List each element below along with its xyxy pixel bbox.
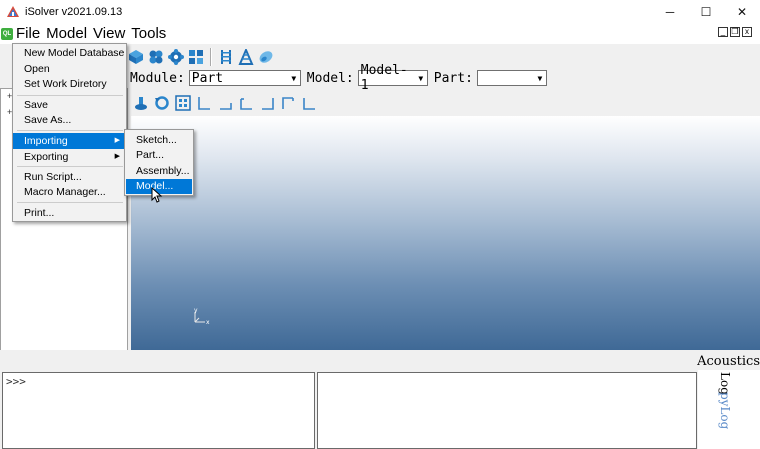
main-toolbar (128, 46, 274, 68)
chevron-down-icon: ▼ (537, 73, 543, 83)
importing-submenu: Sketch... Part... Assembly... Model... (124, 129, 194, 196)
window-controls: ─ ☐ ✕ (652, 0, 760, 24)
chevron-right-icon: ▶ (114, 137, 120, 144)
view-left-icon[interactable] (238, 95, 254, 111)
menu-separator (17, 130, 123, 131)
menu-item-print[interactable]: Print... (13, 205, 126, 221)
module-select[interactable]: Part ▼ (188, 70, 301, 86)
menu-item-importing[interactable]: Importing ▶ (13, 133, 126, 149)
menu-item-exporting-label: Exporting (24, 151, 69, 163)
menu-file[interactable]: File (13, 24, 44, 44)
menu-item-save[interactable]: Save (13, 97, 126, 113)
acoustics-label: Acoustics (697, 354, 760, 369)
app-logo-icon (6, 5, 20, 19)
view-top-icon[interactable] (280, 95, 296, 111)
pan-icon[interactable] (133, 95, 149, 111)
mdi-minimize-button[interactable]: _ (718, 27, 728, 37)
submenu-item-sketch[interactable]: Sketch... (126, 133, 192, 148)
axis-triad: y x (191, 306, 213, 333)
title-bar: iSolver v2021.09.13 ─ ☐ ✕ (0, 0, 760, 24)
module-bar: Module: Part ▼ Model: Model-1 ▼ Part: ▼ (130, 63, 553, 93)
menu-bar: QL File Model View Tools (0, 24, 760, 44)
chevron-down-icon: ▼ (418, 73, 424, 83)
view-front-icon[interactable] (196, 95, 212, 111)
module-label: Module: (130, 70, 185, 86)
mdi-controls: _ ❐ x (718, 27, 752, 37)
menu-item-exporting[interactable]: Exporting ▶ (13, 149, 126, 165)
assembly-icon[interactable] (148, 49, 164, 65)
view-toolbar (133, 93, 317, 113)
menu-item-macro-manager[interactable]: Macro Manager... (13, 184, 126, 200)
axis-y-label: y (194, 307, 198, 314)
application-window: iSolver v2021.09.13 ─ ☐ ✕ QL File Model … (0, 0, 760, 449)
menu-separator (17, 95, 123, 96)
menu-item-new-model-database[interactable]: New Model Database (13, 45, 126, 61)
minimize-button[interactable]: ─ (652, 0, 688, 24)
menu-separator (17, 166, 123, 167)
fit-view-icon[interactable] (175, 95, 191, 111)
part-select[interactable]: ▼ (476, 70, 547, 86)
menu-item-run-script[interactable]: Run Script... (13, 169, 126, 185)
graphics-viewport[interactable]: y x (131, 116, 760, 350)
truss-icon[interactable] (238, 49, 254, 65)
console-prompt: >>> (6, 375, 26, 388)
menu-separator (17, 202, 123, 203)
eraser-icon[interactable] (258, 49, 274, 65)
close-button[interactable]: ✕ (724, 0, 760, 24)
file-menu-dropdown: New Model Database Open Set Work Diretor… (12, 43, 127, 222)
model-select[interactable]: Model-1 ▼ (357, 63, 428, 93)
tab-pylog[interactable]: pyLog (718, 392, 732, 429)
ql-badge-icon: QL (1, 28, 13, 40)
view-back-icon[interactable] (217, 95, 233, 111)
menu-item-save-as[interactable]: Save As... (13, 112, 126, 128)
window-title: iSolver v2021.09.13 (25, 6, 123, 18)
chevron-right-icon: ▶ (114, 153, 120, 160)
maximize-button[interactable]: ☐ (688, 0, 724, 24)
view-right-icon[interactable] (259, 95, 275, 111)
model-select-value: Model-1 (360, 63, 408, 93)
menu-item-importing-label: Importing (24, 135, 68, 147)
mesh-blocks-icon[interactable] (188, 49, 204, 65)
python-console[interactable]: >>> (2, 372, 315, 449)
submenu-item-part[interactable]: Part... (126, 148, 192, 163)
module-select-value: Part (191, 70, 224, 86)
chevron-down-icon: ▼ (291, 73, 297, 83)
log-tabs: Log pyLog (698, 370, 760, 449)
ladder-icon[interactable] (218, 49, 234, 65)
menu-model[interactable]: Model (43, 24, 90, 44)
mdi-restore-button[interactable]: ❐ (730, 27, 740, 37)
menu-item-set-work-directory[interactable]: Set Work Diretory (13, 76, 126, 92)
menu-tools[interactable]: Tools (128, 24, 169, 44)
menu-item-open[interactable]: Open (13, 61, 126, 77)
toolbar-separator (210, 48, 212, 66)
gear-cluster-icon[interactable] (168, 49, 184, 65)
output-panel[interactable] (317, 372, 697, 449)
mouse-cursor-icon (151, 186, 163, 208)
part-cube-icon[interactable] (128, 49, 144, 65)
axis-x-label: x (206, 319, 210, 326)
rotate-icon[interactable] (154, 95, 170, 111)
model-label: Model: (306, 70, 354, 86)
part-label: Part: (433, 70, 473, 86)
view-bottom-icon[interactable] (301, 95, 317, 111)
submenu-item-assembly[interactable]: Assembly... (126, 164, 192, 179)
menu-view[interactable]: View (90, 24, 128, 44)
mdi-close-button[interactable]: x (742, 27, 752, 37)
